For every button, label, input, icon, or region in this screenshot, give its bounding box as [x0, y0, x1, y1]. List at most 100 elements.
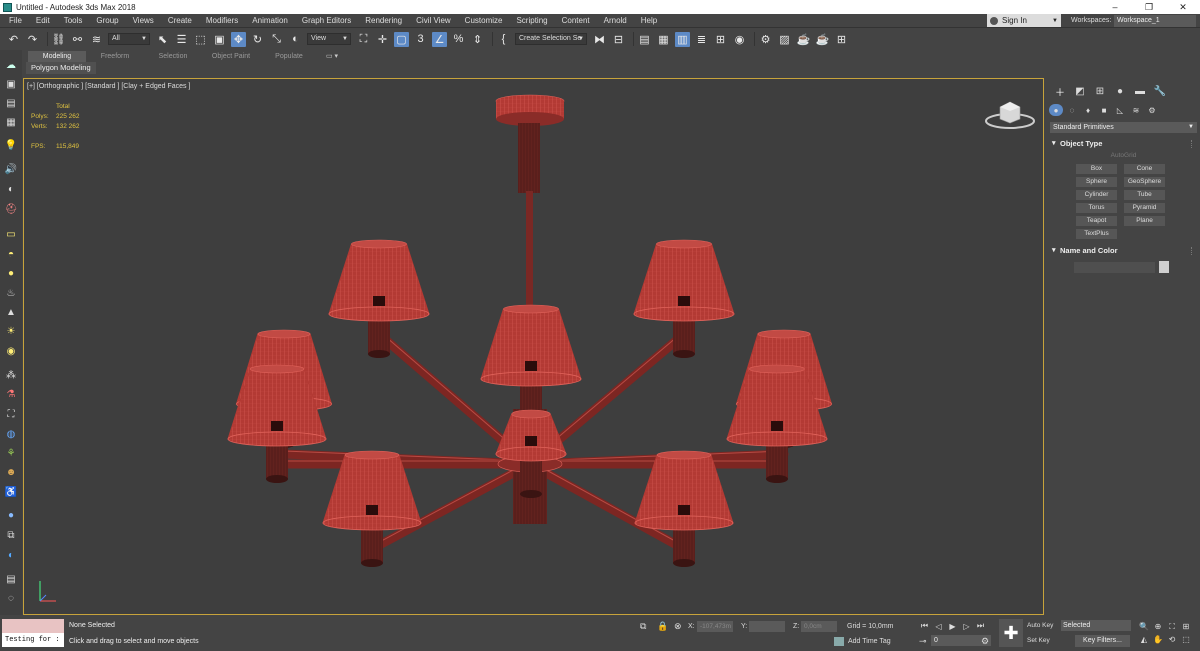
edit-named-selection-icon[interactable]: { — [496, 32, 511, 47]
grid-icon[interactable]: ▦ — [3, 115, 19, 129]
scene-explorer-icon[interactable]: ▣ — [3, 77, 19, 91]
select-by-name-icon[interactable]: ☰ — [174, 32, 189, 47]
key-mode-icon[interactable]: ⊸ — [919, 636, 927, 647]
pivot-center-icon[interactable]: ⛶ — [356, 32, 371, 47]
cameras-icon[interactable]: ■ — [1097, 104, 1111, 116]
render-in-cloud-icon[interactable]: ⊞ — [834, 32, 849, 47]
curve-editor-icon[interactable]: ≣ — [694, 32, 709, 47]
zoom-extents-icon[interactable]: ⛶ — [1165, 620, 1179, 633]
material-editor-icon[interactable]: ◉ — [732, 32, 747, 47]
object-category-dropdown[interactable]: Standard Primitives ▼ — [1050, 122, 1197, 133]
orbit-icon[interactable]: ⟲ — [1165, 633, 1179, 646]
render-setup-icon[interactable]: ⚙ — [758, 32, 773, 47]
menu-rendering[interactable]: Rendering — [358, 14, 409, 28]
menu-create[interactable]: Create — [161, 14, 199, 28]
camera-icon[interactable]: ◐ — [3, 182, 19, 196]
set-keys-icon[interactable]: ✚ — [999, 619, 1023, 647]
menu-tools[interactable]: Tools — [57, 14, 90, 28]
utilities-tab-icon[interactable]: 🔧 — [1151, 84, 1169, 98]
object-type-rollout[interactable]: Object Type — [1051, 139, 1194, 149]
autogrid-checkbox[interactable]: AutoGrid — [1047, 152, 1200, 159]
redo-icon[interactable]: ↷ — [25, 32, 40, 47]
panel-icon[interactable]: ▭ — [3, 227, 19, 241]
globe-icon[interactable]: ◍ — [3, 427, 19, 441]
go-to-end-icon[interactable]: ⏭ — [974, 620, 987, 632]
menu-customize[interactable]: Customize — [458, 14, 510, 28]
toggle-ribbon-icon[interactable]: ▥ — [675, 31, 690, 47]
box-button[interactable]: Box — [1076, 164, 1117, 174]
helpers-icon[interactable]: ◺ — [1113, 104, 1127, 116]
torus-button[interactable]: Torus — [1076, 203, 1117, 213]
particle-icon[interactable]: ⁂ — [3, 368, 19, 382]
space-warps-icon[interactable]: ≋ — [1129, 104, 1143, 116]
render-iterative-icon[interactable]: ☕ — [815, 32, 830, 47]
tab-populate[interactable]: Populate — [260, 51, 318, 62]
menu-scripting[interactable]: Scripting — [509, 14, 554, 28]
mirror-icon[interactable]: ⧓ — [592, 32, 607, 47]
textplus-button[interactable]: TextPlus — [1076, 229, 1117, 239]
key-filters-button[interactable]: Key Filters... — [1075, 635, 1130, 647]
motion-tab-icon[interactable]: ● — [1111, 84, 1129, 98]
compound-icon[interactable]: ⧉ — [3, 528, 19, 542]
list-icon[interactable]: ▤ — [3, 96, 19, 110]
close-button[interactable]: ✕ — [1166, 0, 1200, 14]
chandelier-model[interactable] — [24, 79, 1044, 615]
rendered-frame-window-icon[interactable]: ▨ — [777, 32, 792, 47]
window-crossing-icon[interactable]: ▣ — [212, 32, 227, 47]
cloth-icon[interactable]: ⛶ — [3, 407, 19, 421]
minimize-button[interactable]: – — [1098, 0, 1132, 14]
named-selection-set-dropdown[interactable]: Create Selection Se ▼ — [515, 33, 587, 45]
shapes-icon[interactable]: ◌ — [1065, 104, 1079, 116]
systems-icon[interactable]: ⚙ — [1145, 104, 1159, 116]
lights-icon[interactable]: ♦ — [1081, 104, 1095, 116]
pyramid-button[interactable]: Pyramid — [1124, 203, 1165, 213]
menu-file[interactable]: File — [0, 14, 29, 28]
zoom-all-icon[interactable]: ⊕ — [1151, 620, 1165, 633]
photometric-icon[interactable]: ♨ — [3, 286, 19, 300]
bind-space-warp-icon[interactable]: ≋ — [89, 32, 104, 47]
character-icon[interactable]: ☻ — [3, 465, 19, 479]
next-frame-icon[interactable]: ▷ — [960, 620, 973, 632]
reference-coordinate-dropdown[interactable]: View ▼ — [307, 33, 351, 45]
help-icon[interactable]: ◌ — [3, 591, 19, 605]
viewcube-icon[interactable] — [984, 97, 1036, 131]
object-color-swatch[interactable] — [1159, 261, 1169, 273]
x-coordinate-field[interactable]: -107,473m — [697, 621, 733, 632]
helper-icon[interactable]: ⛑ — [3, 202, 19, 216]
zoom-icon[interactable]: 🔍 — [1137, 620, 1151, 633]
time-tag-icon[interactable] — [834, 637, 844, 646]
hierarchy-tab-icon[interactable]: ⊞ — [1091, 84, 1109, 98]
tab-freeform[interactable]: Freeform — [86, 51, 144, 62]
ribbon-options-icon[interactable]: ▭ ▾ — [326, 52, 338, 60]
menu-arnold[interactable]: Arnold — [597, 14, 634, 28]
absolute-mode-icon[interactable]: ⊗ — [674, 621, 682, 632]
perspective-viewport[interactable]: [+] [Orthographic ] [Standard ] [Clay + … — [23, 78, 1044, 615]
cone-button[interactable]: Cone — [1124, 164, 1165, 174]
add-time-tag[interactable]: Add Time Tag — [848, 638, 891, 645]
sphere-button[interactable]: Sphere — [1076, 177, 1117, 187]
select-object-icon[interactable]: ⬉ — [155, 32, 170, 47]
select-and-rotate-icon[interactable]: ↻ — [250, 32, 265, 47]
menu-modifiers[interactable]: Modifiers — [199, 14, 245, 28]
go-to-start-icon[interactable]: ⏮ — [918, 620, 931, 632]
plane-button[interactable]: Plane — [1124, 216, 1165, 226]
menu-animation[interactable]: Animation — [245, 14, 295, 28]
field-of-view-icon[interactable]: ◭ — [1137, 633, 1151, 646]
menu-help[interactable]: Help — [634, 14, 664, 28]
tab-modeling[interactable]: Modeling — [28, 50, 86, 62]
selection-filter-dropdown[interactable]: All ▼ — [108, 33, 150, 45]
manipulate-icon[interactable]: ✛ — [375, 32, 390, 47]
zoom-extents-all-icon[interactable]: ⊞ — [1179, 620, 1193, 633]
geosphere-button[interactable]: GeoSphere — [1124, 177, 1165, 187]
menu-civil-view[interactable]: Civil View — [409, 14, 458, 28]
keyboard-shortcut-override-icon[interactable]: ▢ — [394, 31, 409, 47]
biped-icon[interactable]: ♿ — [3, 485, 19, 499]
z-coordinate-field[interactable]: 0,0cm — [801, 621, 837, 632]
align-icon[interactable]: ⊟ — [611, 32, 626, 47]
schematic-view-icon[interactable]: ⊞ — [713, 32, 728, 47]
hair-icon[interactable]: ⚘ — [3, 446, 19, 460]
maxscript-listener[interactable] — [2, 619, 64, 633]
sign-in-button[interactable]: Sign In ▼ — [987, 14, 1061, 27]
light-icon[interactable]: 💡 — [3, 138, 19, 152]
menu-content[interactable]: Content — [555, 14, 597, 28]
